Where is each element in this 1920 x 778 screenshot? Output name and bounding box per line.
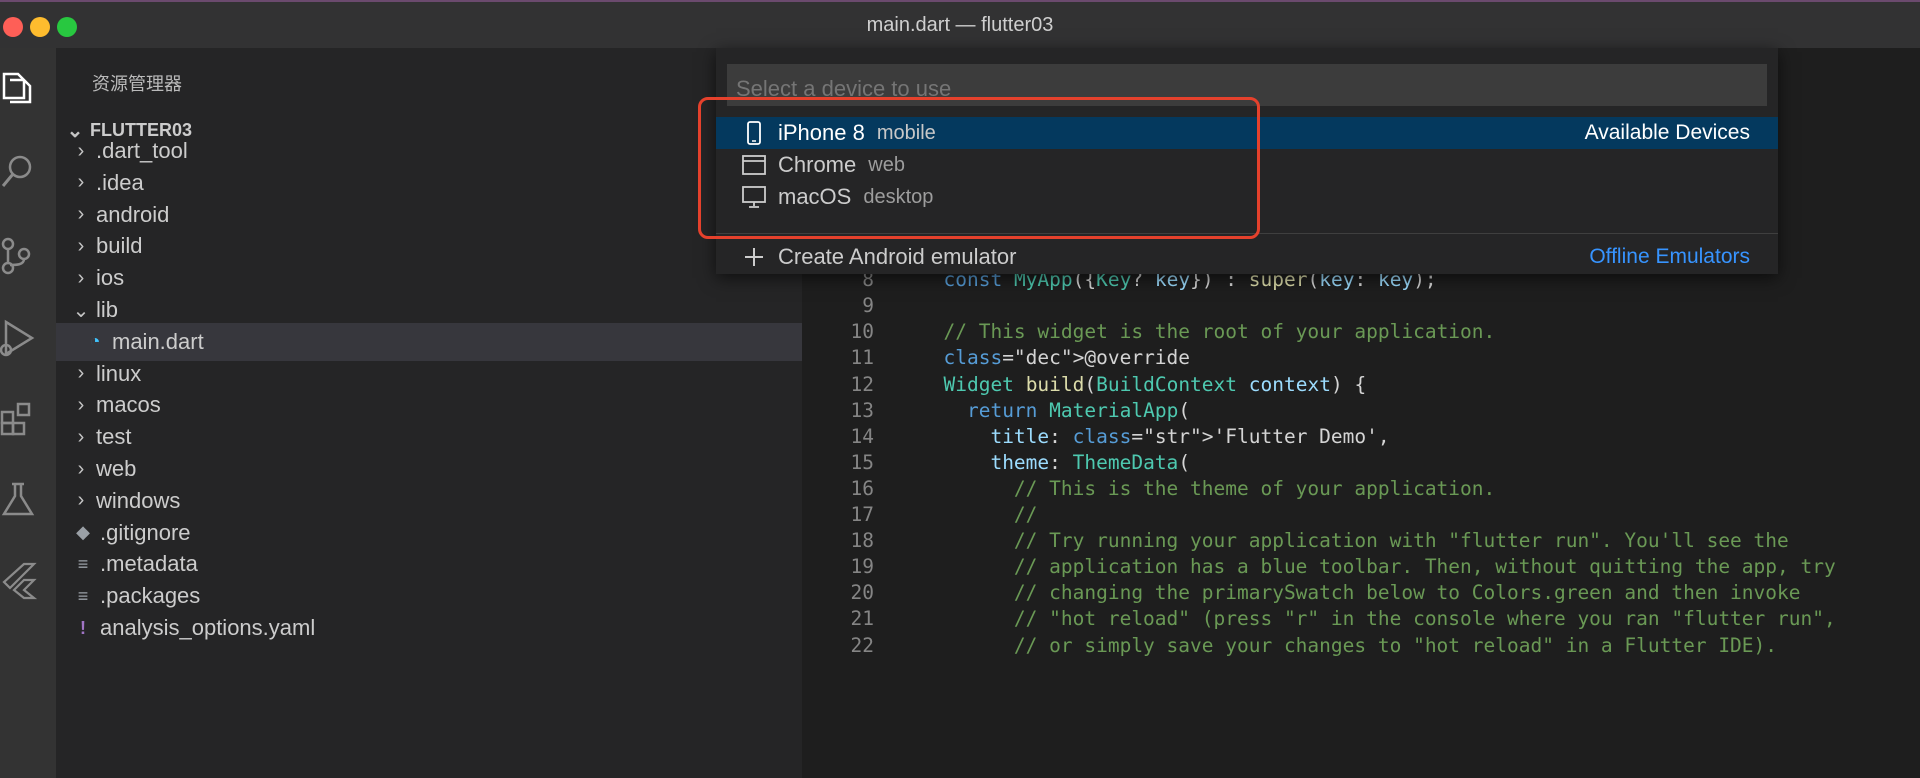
device-item-iphone-8[interactable]: iPhone 8 mobile Available Devices: [716, 117, 1778, 149]
run-debug-icon[interactable]: [0, 318, 40, 358]
explorer-title: 资源管理器: [92, 74, 182, 94]
tree-item-label: macos: [96, 392, 161, 418]
chevron-right-icon: ›: [77, 139, 85, 162]
flutter-icon[interactable]: [0, 560, 40, 600]
line-number: 9: [862, 294, 874, 318]
line-text: class="dec">@override: [943, 346, 1191, 370]
line-text: // This widget is the root of your appli…: [943, 320, 1496, 344]
device-type: mobile: [876, 121, 936, 144]
line-number: 12: [850, 372, 874, 396]
tree-item-label: linux: [96, 360, 142, 386]
chevron-right-icon: ›: [77, 266, 85, 289]
line-number: 16: [850, 476, 874, 500]
chevron-right-icon: ›: [77, 457, 85, 480]
line-text: // changing the primarySwatch below to C…: [1013, 581, 1801, 605]
text-file-icon: ≡: [77, 585, 89, 606]
tree-item[interactable]: ! analysis_options.yaml: [56, 609, 802, 647]
window-title: main.dart — flutter03: [866, 14, 1054, 36]
device-item-chrome[interactable]: Chrome web: [716, 149, 1778, 181]
phone-icon: [738, 117, 770, 149]
tree-item-label: android: [96, 201, 170, 227]
tree-item-label: .metadata: [100, 551, 198, 577]
divider: [716, 233, 1778, 234]
line-number: 13: [850, 398, 874, 422]
create-android-emulator-item[interactable]: Create Android emulator Offline Emulator…: [716, 238, 1778, 276]
line-number: 14: [850, 424, 874, 448]
tree-item-label: test: [96, 424, 132, 450]
line-text: // "hot reload" (press "r" in the consol…: [1013, 607, 1836, 631]
yaml-file-icon: !: [80, 617, 86, 638]
tree-item-label: .gitignore: [100, 519, 191, 545]
create-emulator-label: Create Android emulator: [778, 244, 1017, 269]
line-number: 17: [850, 503, 874, 526]
tree-item-label: analysis_options.yaml: [100, 615, 316, 640]
offline-emulators-label: Offline Emulators: [1589, 245, 1750, 268]
line-text: return MaterialApp(: [966, 398, 1191, 422]
device-search-input[interactable]: [727, 64, 1767, 106]
available-devices-label: Available Devices: [1584, 121, 1750, 144]
line-text: //: [1013, 503, 1038, 526]
line-number: 15: [850, 450, 874, 474]
explorer-sidebar: 资源管理器 ⌄ FLUTTER03 › .dart_tool › .idea › andr…: [56, 48, 802, 778]
search-icon[interactable]: [0, 152, 40, 192]
tree-item-label: web: [96, 456, 137, 481]
line-number: 18: [850, 529, 874, 553]
line-text: Widget build(BuildContext context) {: [943, 372, 1367, 396]
title-bar: main.dart — flutter03: [0, 0, 1920, 48]
tree-item-label: .packages: [100, 583, 201, 609]
line-number: 19: [850, 555, 874, 579]
chevron-down-icon: ⌄: [72, 299, 90, 322]
browser-icon: [738, 149, 770, 181]
testing-icon[interactable]: [0, 480, 40, 520]
git-file-icon: ◆: [76, 522, 90, 543]
chevron-right-icon: ›: [77, 362, 85, 385]
line-text: // or simply save your changes to "hot r…: [1013, 633, 1778, 657]
chevron-right-icon: ›: [77, 489, 85, 512]
line-number: 20: [850, 581, 874, 605]
activity-bar: [0, 48, 56, 778]
device-type: web: [868, 153, 905, 176]
extensions-icon[interactable]: [0, 398, 40, 438]
device-type: desktop: [863, 185, 934, 208]
chevron-right-icon: ›: [77, 171, 85, 194]
device-name: Chrome: [778, 152, 857, 177]
tree-item-label: .idea: [96, 169, 144, 195]
chevron-right-icon: ›: [77, 234, 85, 257]
tree-item-label: .dart_tool: [96, 138, 188, 163]
line-text: title: class="str">'Flutter Demo',: [990, 424, 1390, 448]
monitor-icon: [738, 181, 770, 213]
line-number: 21: [850, 607, 874, 631]
dart-file-icon: ◔: [89, 331, 101, 352]
text-file-icon: ≡: [77, 553, 89, 574]
device-item-macos[interactable]: macOS desktop: [716, 181, 1778, 213]
plus-icon: [738, 241, 770, 273]
tree-item-label: build: [96, 233, 143, 259]
chevron-right-icon: ›: [77, 425, 85, 448]
line-text: // Try running your application with "fl…: [1013, 529, 1789, 553]
line-number: 22: [850, 633, 874, 657]
line-number: 10: [850, 320, 874, 344]
tree-item-label: main.dart: [112, 328, 204, 354]
chevron-right-icon: ›: [77, 203, 85, 226]
line-text: // This is the theme of your application…: [1013, 476, 1496, 500]
source-control-icon[interactable]: [0, 236, 40, 276]
tree-item-label: ios: [96, 265, 125, 291]
line-number: 11: [850, 346, 874, 370]
code-line[interactable]: 22 // or simply save your changes to "ho…: [802, 634, 1920, 666]
line-text: theme: ThemeData(: [990, 450, 1191, 474]
device-name: iPhone 8: [778, 120, 865, 145]
chevron-right-icon: ›: [77, 393, 85, 416]
device-quick-pick: iPhone 8 mobile Available Devices Chrome web…: [716, 48, 1778, 274]
line-text: // application has a blue toolbar. Then,…: [1013, 555, 1836, 579]
explorer-icon[interactable]: [0, 68, 40, 108]
tree-item-label: lib: [96, 297, 119, 322]
device-name: macOS: [778, 184, 852, 209]
tree-item-label: windows: [96, 487, 181, 513]
